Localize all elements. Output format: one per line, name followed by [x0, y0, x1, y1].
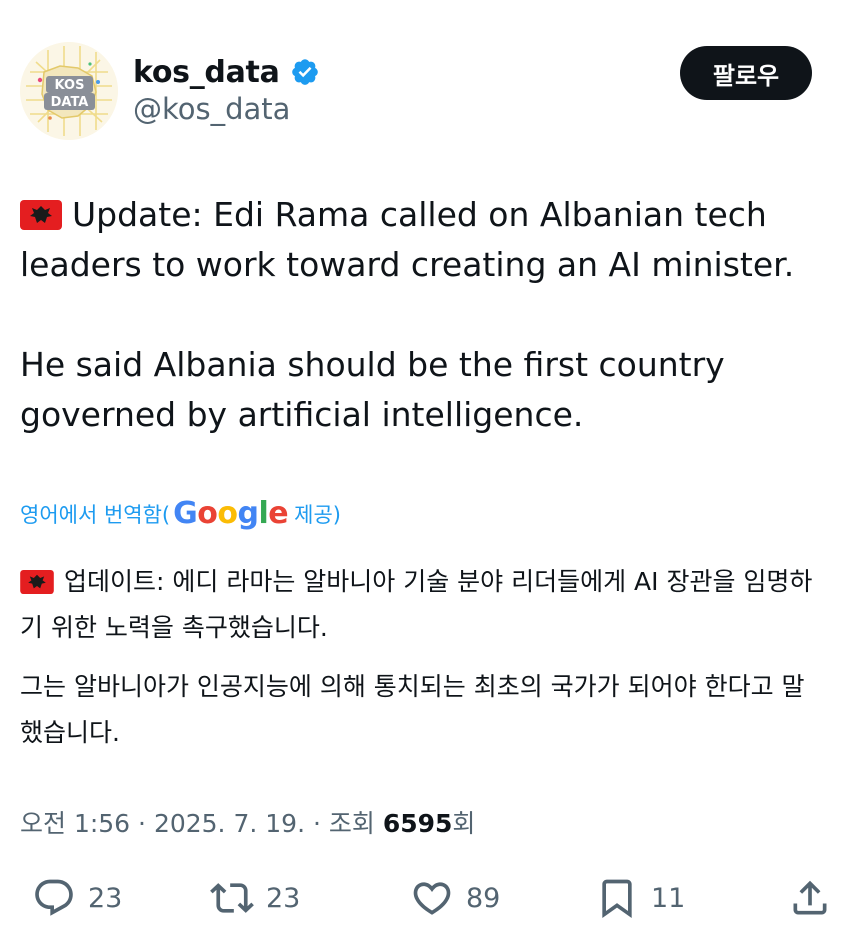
svg-text:KOS: KOS: [55, 78, 85, 93]
views-label: 조회: [328, 809, 375, 838]
google-logo: Google: [173, 496, 289, 531]
translation-suffix: 제공): [294, 502, 341, 527]
follow-button[interactable]: 팔로우: [680, 46, 812, 100]
retweet-count: 23: [266, 882, 301, 914]
translated-text: 업데이트: 에디 라마는 알바니아 기술 분야 리더들에게 AI 장관을 임명하…: [20, 567, 813, 642]
reply-count: 23: [88, 882, 123, 914]
translation-attribution[interactable]: 영어에서 번역함(Google 제공): [20, 496, 341, 531]
tweet-time[interactable]: 오전 1:56: [20, 809, 130, 838]
reply-button[interactable]: 23: [32, 872, 122, 924]
tweet-meta: 오전 1:56 · 2025. 7. 19. · 조회 6595회: [20, 809, 476, 838]
translated-paragraph-2: 그는 알바니아가 인공지능에 의해 통치되는 최초의 국가가 되어야 한다고 말…: [20, 672, 805, 747]
author-handle[interactable]: @kos_data: [133, 92, 290, 126]
heart-icon: [413, 882, 451, 915]
tweet-text: Update: Edi Rama called on Albanian tech…: [20, 195, 795, 284]
bookmark-button[interactable]: 11: [595, 872, 685, 924]
albania-flag-icon: [20, 570, 54, 594]
bookmark-icon: [602, 879, 632, 919]
share-button[interactable]: [788, 872, 832, 924]
author-avatar[interactable]: KOS DATA: [20, 42, 118, 140]
views-suffix: 회: [452, 809, 476, 838]
retweet-button[interactable]: 23: [210, 872, 300, 924]
retweet-icon: [210, 883, 254, 913]
translation-prefix: 영어에서 번역함(: [20, 502, 171, 527]
tweet-card: KOS DATA kos_data @kos_data 팔로우 Update: …: [0, 0, 850, 949]
tweet-text-paragraph-2: He said Albania should be the first coun…: [20, 345, 725, 434]
kos-data-logo: KOS DATA: [20, 42, 118, 140]
tweet-date[interactable]: 2025. 7. 19.: [154, 809, 305, 838]
views-count: 6595: [382, 809, 453, 838]
share-icon: [793, 880, 827, 915]
tweet-text-paragraph-1: Update: Edi Rama called on Albanian tech…: [20, 190, 820, 290]
reply-icon: [35, 879, 73, 916]
albania-flag-icon: [20, 200, 62, 230]
author-display-name[interactable]: kos_data: [133, 55, 280, 90]
translated-paragraph-1: 업데이트: 에디 라마는 알바니아 기술 분야 리더들에게 AI 장관을 임명하…: [20, 559, 820, 651]
bookmark-count: 11: [651, 882, 686, 914]
verified-badge-icon: [291, 59, 318, 85]
like-count: 89: [466, 882, 501, 914]
like-button[interactable]: 89: [410, 872, 500, 924]
author-name-row: kos_data: [133, 52, 320, 92]
action-bar: 23 23 89 11: [20, 872, 830, 924]
svg-text:DATA: DATA: [51, 95, 89, 110]
